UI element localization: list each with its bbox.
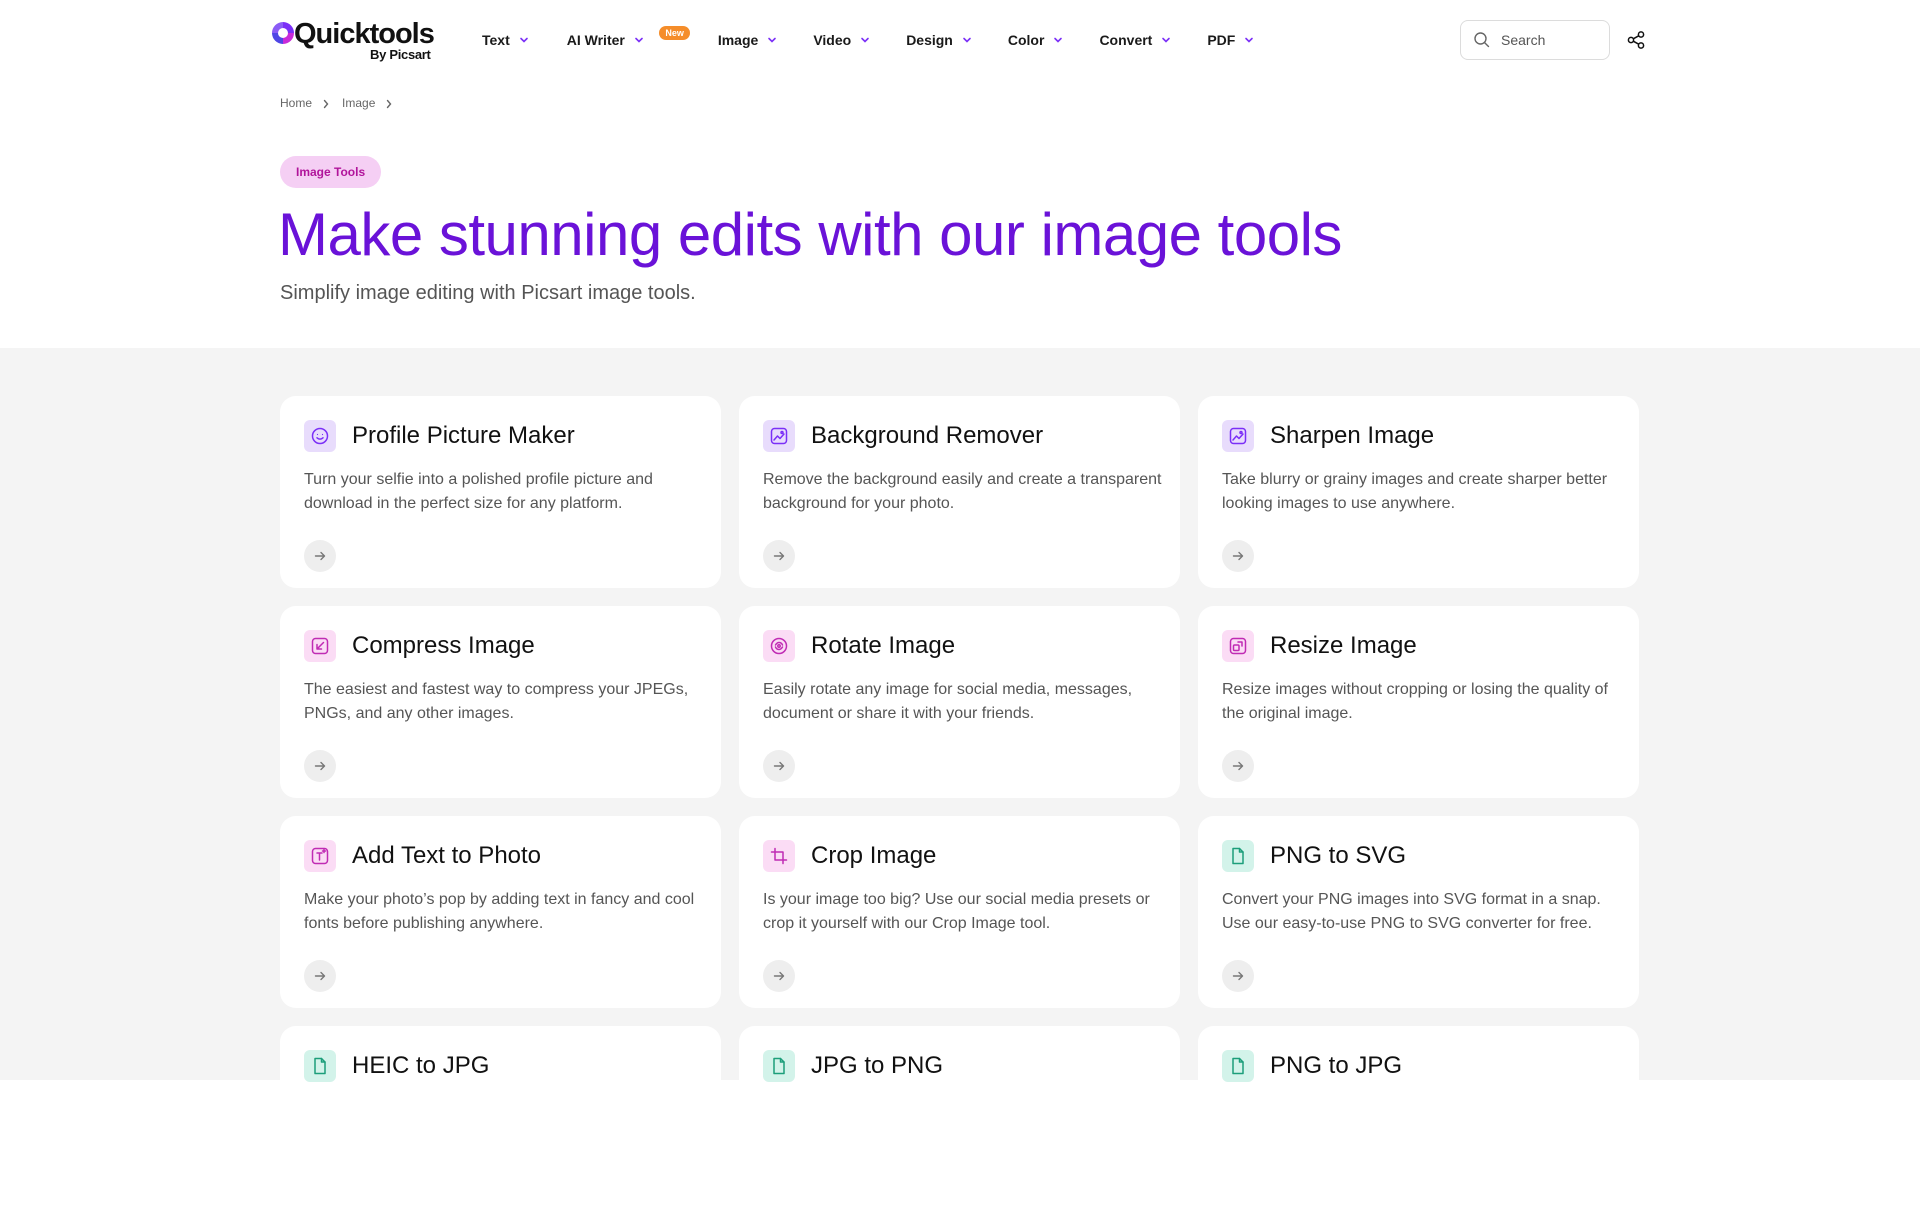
search-icon <box>1473 31 1491 49</box>
site-header: Quicktools By Picsart Text AI Writer New… <box>0 0 1920 80</box>
logo-subtitle: By Picsart <box>370 47 431 62</box>
arrow-right-icon[interactable] <box>1222 750 1254 782</box>
tools-section: Profile Picture Maker Turn your selfie in… <box>0 348 1920 1218</box>
nav-label: Video <box>813 32 852 48</box>
image-icon <box>1222 420 1254 452</box>
search-box[interactable] <box>1460 20 1610 60</box>
nav-image[interactable]: Image <box>718 32 777 48</box>
tool-card-title[interactable]: Compress Image <box>352 632 535 660</box>
tool-card[interactable]: Crop Image Is your image too big? Use our… <box>739 816 1180 1008</box>
chevron-down-icon <box>767 35 777 45</box>
file-icon <box>763 1050 795 1082</box>
tool-card-title[interactable]: Crop Image <box>811 842 936 870</box>
tool-card-description: Is your image too big? Use our social me… <box>763 891 1150 932</box>
file-icon <box>1222 840 1254 872</box>
chevron-down-icon <box>519 35 529 45</box>
tool-card-title[interactable]: Rotate Image <box>811 632 955 660</box>
tool-card-description: Convert your PNG images into SVG format … <box>1222 891 1601 932</box>
tool-card-title[interactable]: HEIC to JPG <box>352 1052 489 1080</box>
tool-card-description: Take blurry or grainy images and create … <box>1222 471 1608 512</box>
tool-card-description: The easiest and fastest way to compress … <box>304 681 689 722</box>
arrow-right-icon[interactable] <box>304 540 336 572</box>
arrow-right-icon[interactable] <box>304 960 336 992</box>
chevron-down-icon <box>962 35 972 45</box>
category-pill: Image Tools <box>280 156 382 188</box>
file-icon <box>304 1050 336 1082</box>
arrow-right-icon[interactable] <box>304 750 336 782</box>
nav-video[interactable]: Video <box>813 32 870 48</box>
arrow-right-icon[interactable] <box>763 960 795 992</box>
arrow-right-icon[interactable] <box>763 540 795 572</box>
tool-card-title[interactable]: PNG to JPG <box>1270 1052 1402 1080</box>
tool-card-description: Resize images without cropping or losing… <box>1222 681 1608 722</box>
nav-label: Color <box>1007 32 1045 48</box>
chevron-down-icon <box>860 35 870 45</box>
chevron-down-icon <box>634 35 644 45</box>
resize-icon <box>1222 630 1254 662</box>
tool-card-title[interactable]: JPG to PNG <box>811 1052 943 1080</box>
nav-convert[interactable]: Convert <box>1099 32 1171 48</box>
tool-card-title[interactable]: Background Remover <box>811 422 1043 450</box>
file-icon <box>1222 1050 1254 1082</box>
main-nav: Text AI Writer New Image Video Design Co… <box>482 26 1254 52</box>
tool-card-title[interactable]: PNG to SVG <box>1270 842 1406 870</box>
tool-card-title[interactable]: Resize Image <box>1270 632 1417 660</box>
breadcrumb-image[interactable]: Image <box>342 96 375 110</box>
tool-card-title[interactable]: Add Text to Photo <box>352 842 541 870</box>
new-badge: New <box>659 26 690 40</box>
tool-card[interactable]: Rotate Image Easily rotate any image for … <box>739 606 1180 798</box>
compress-icon <box>304 630 336 662</box>
tool-card-description: Make your photo’s pop by adding text in … <box>304 891 695 932</box>
tool-card-description: Easily rotate any image for social media… <box>763 681 1133 722</box>
tool-card-description: Turn your selfie into a polished profile… <box>304 471 653 512</box>
nav-label: Convert <box>1099 32 1153 48</box>
crop-icon <box>763 840 795 872</box>
page-subtitle: Simplify image editing with Picsart imag… <box>280 282 696 304</box>
nav-label: Image <box>717 32 759 48</box>
search-input[interactable] <box>1501 32 1601 48</box>
tool-card[interactable]: PNG to JPG <box>1198 1026 1639 1218</box>
tool-card[interactable]: Add Text to Photo Make your photo’s pop b… <box>280 816 721 1008</box>
share-icon[interactable] <box>1626 30 1646 50</box>
tool-card-description: Remove the background easily and create … <box>763 471 1162 512</box>
chevron-down-icon <box>1244 35 1254 45</box>
nav-ai-writer[interactable]: AI Writer New <box>566 26 690 48</box>
nav-text[interactable]: Text <box>482 32 529 48</box>
tool-card[interactable]: PNG to SVG Convert your PNG images into S… <box>1198 816 1639 1008</box>
chevron-right-icon <box>385 98 393 109</box>
tool-card[interactable]: HEIC to JPG <box>280 1026 721 1218</box>
nav-label: Text <box>482 32 510 48</box>
tool-card[interactable]: Sharpen Image Take blurry or grainy image… <box>1198 396 1639 588</box>
tool-card[interactable]: Background Remover Remove the background … <box>739 396 1180 588</box>
tool-card[interactable]: Compress Image The easiest and fastest wa… <box>280 606 721 798</box>
add-text-icon <box>304 840 336 872</box>
nav-design[interactable]: Design <box>906 32 972 48</box>
rotate-icon <box>763 630 795 662</box>
nav-label: PDF <box>1207 32 1236 48</box>
arrow-right-icon[interactable] <box>1222 960 1254 992</box>
smile-icon <box>304 420 336 452</box>
nav-color[interactable]: Color <box>1008 32 1064 48</box>
chevron-right-icon <box>322 98 330 109</box>
tool-card-title[interactable]: Sharpen Image <box>1270 422 1434 450</box>
quicktools-logo[interactable]: Quicktools By Picsart <box>272 18 442 64</box>
tool-card[interactable]: JPG to PNG <box>739 1026 1180 1218</box>
arrow-right-icon[interactable] <box>1222 540 1254 572</box>
nav-label: AI Writer <box>566 32 625 48</box>
nav-label: Design <box>906 32 953 48</box>
page-title: Make stunning edits with our image tools <box>278 201 1342 268</box>
arrow-right-icon[interactable] <box>763 750 795 782</box>
breadcrumb: Home Image <box>280 96 405 110</box>
chevron-down-icon <box>1053 35 1063 45</box>
breadcrumb-home[interactable]: Home <box>280 96 312 110</box>
chevron-down-icon <box>1161 35 1171 45</box>
logo-mark-icon <box>272 22 294 44</box>
tool-card[interactable]: Profile Picture Maker Turn your selfie in… <box>280 396 721 588</box>
tool-card-title[interactable]: Profile Picture Maker <box>352 422 575 450</box>
nav-pdf[interactable]: PDF <box>1207 32 1254 48</box>
image-icon <box>763 420 795 452</box>
tool-card[interactable]: Resize Image Resize images without croppi… <box>1198 606 1639 798</box>
